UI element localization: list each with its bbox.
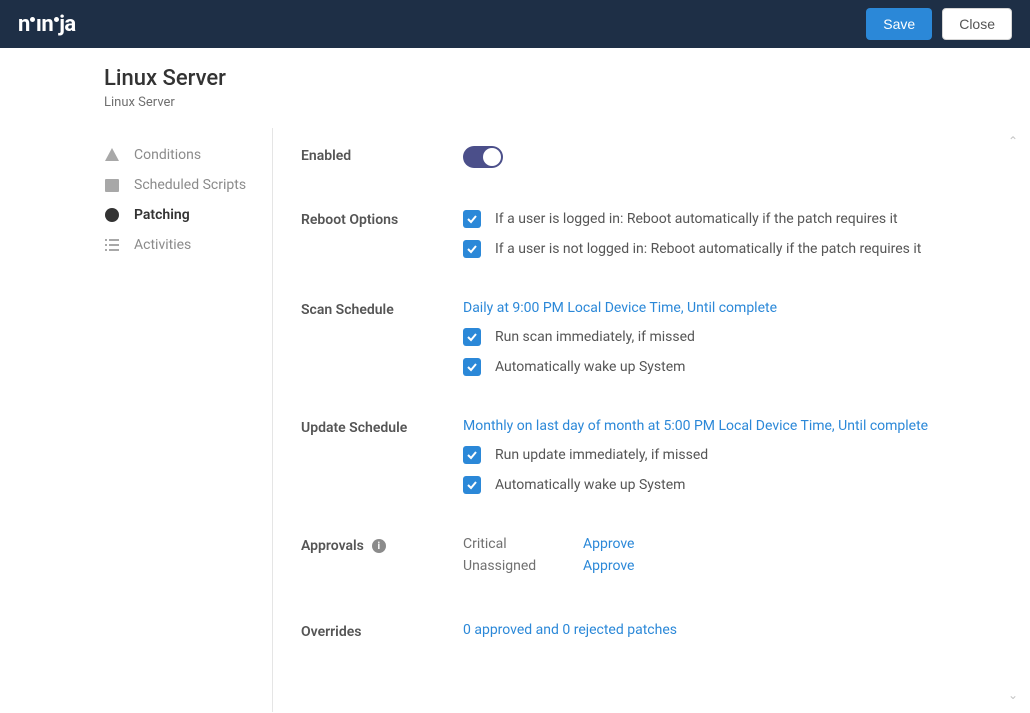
scan-schedule-link[interactable]: Daily at 9:00 PM Local Device Time, Unti… [463, 300, 990, 316]
calendar-icon [104, 177, 120, 193]
warning-icon [104, 147, 120, 163]
row-enabled: Enabled [301, 146, 990, 168]
approval-action-unassigned[interactable]: Approve [583, 558, 634, 574]
sidebar-item-label: Conditions [134, 147, 201, 163]
reboot-logged-in-checkbox[interactable] [463, 210, 481, 228]
reboot-not-logged-in-label: If a user is not logged in: Reboot autom… [495, 241, 921, 257]
sidebar: Conditions Scheduled Scripts Patching Ac… [104, 128, 272, 712]
reboot-logged-in-label: If a user is logged in: Reboot automatic… [495, 211, 898, 227]
row-label-enabled: Enabled [301, 146, 463, 164]
row-label-approvals: Approvals i [301, 536, 463, 554]
update-run-immediately-checkbox[interactable] [463, 446, 481, 464]
list-icon [104, 237, 120, 253]
save-button[interactable]: Save [866, 8, 932, 40]
sidebar-item-conditions[interactable]: Conditions [104, 140, 272, 170]
approval-category-critical: Critical [463, 536, 543, 552]
enabled-toggle[interactable] [463, 146, 503, 168]
row-label-scan: Scan Schedule [301, 300, 463, 318]
page-header: Linux Server Linux Server [0, 66, 1030, 128]
info-icon[interactable]: i [372, 539, 386, 553]
sidebar-item-patching[interactable]: Patching [104, 200, 272, 230]
update-wake-system-checkbox[interactable] [463, 476, 481, 494]
scroll-up-chevron-icon[interactable]: ⌃ [1008, 134, 1018, 148]
overrides-link[interactable]: 0 approved and 0 rejected patches [463, 622, 677, 638]
sidebar-item-label: Patching [134, 207, 190, 223]
row-update-schedule: Update Schedule Monthly on last day of m… [301, 418, 990, 494]
scan-wake-system-checkbox[interactable] [463, 358, 481, 376]
page-title: Linux Server [104, 66, 1030, 91]
row-approvals: Approvals i Critical Approve Unassigned … [301, 536, 990, 580]
topbar-actions: Save Close [866, 8, 1012, 40]
logo: nınja [18, 12, 76, 37]
update-wake-system-label: Automatically wake up System [495, 477, 685, 493]
scan-wake-system-label: Automatically wake up System [495, 359, 685, 375]
sidebar-item-label: Scheduled Scripts [134, 177, 246, 193]
content-area: ⌃ Enabled Reboot Options If a user is lo… [273, 128, 1030, 712]
scroll-down-chevron-icon[interactable]: ⌄ [1008, 688, 1018, 702]
arrow-circle-up-icon [104, 207, 120, 223]
reboot-not-logged-in-checkbox[interactable] [463, 240, 481, 258]
sidebar-item-scheduled-scripts[interactable]: Scheduled Scripts [104, 170, 272, 200]
row-reboot-options: Reboot Options If a user is logged in: R… [301, 210, 990, 258]
sidebar-item-label: Activities [134, 237, 191, 253]
row-label-update: Update Schedule [301, 418, 463, 436]
close-button[interactable]: Close [942, 8, 1012, 40]
approval-action-critical[interactable]: Approve [583, 536, 634, 552]
scan-run-immediately-checkbox[interactable] [463, 328, 481, 346]
page-subtitle: Linux Server [104, 95, 1030, 110]
row-overrides: Overrides 0 approved and 0 rejected patc… [301, 622, 990, 640]
sidebar-item-activities[interactable]: Activities [104, 230, 272, 260]
update-run-immediately-label: Run update immediately, if missed [495, 447, 708, 463]
row-label-overrides: Overrides [301, 622, 463, 640]
row-label-reboot: Reboot Options [301, 210, 463, 228]
approval-category-unassigned: Unassigned [463, 558, 543, 574]
top-bar: nınja Save Close [0, 0, 1030, 48]
scan-run-immediately-label: Run scan immediately, if missed [495, 329, 695, 345]
update-schedule-link[interactable]: Monthly on last day of month at 5:00 PM … [463, 418, 990, 434]
row-scan-schedule: Scan Schedule Daily at 9:00 PM Local Dev… [301, 300, 990, 376]
